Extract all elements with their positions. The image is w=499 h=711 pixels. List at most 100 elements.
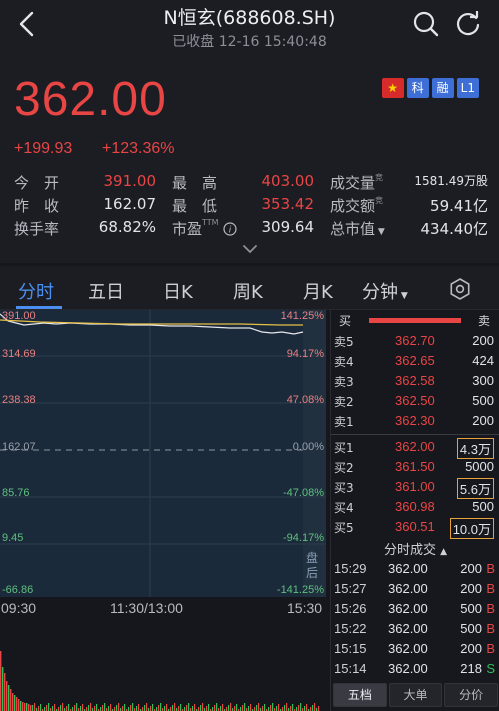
volume-bar	[24, 703, 26, 711]
trade-volume: 218	[460, 661, 482, 676]
trades-title[interactable]: 分时成交 ▲	[331, 539, 499, 558]
volume-bar	[226, 707, 228, 711]
ask-level: 卖2	[334, 395, 354, 409]
volume-bar	[66, 706, 68, 711]
trade-volume: 200	[460, 561, 482, 576]
ask-volume: 300	[472, 373, 494, 388]
volume-bar	[14, 695, 16, 711]
ask-price: 362.30	[395, 413, 435, 428]
volume-bar	[166, 704, 168, 711]
volume-bar	[30, 705, 32, 711]
price-axis-label: 238.38	[2, 394, 36, 406]
volume-bar	[296, 707, 298, 711]
volume-bar	[0, 651, 2, 711]
trade-volume: 200	[460, 641, 482, 656]
trade-time: 15:22	[334, 621, 367, 636]
volume-bar	[44, 707, 46, 711]
ask-level: 卖1	[334, 415, 354, 429]
badge-star-market[interactable]: 科	[406, 78, 429, 98]
volume-bar	[222, 704, 224, 711]
volume-bar	[136, 706, 138, 711]
pct-axis-label: 141.25%	[280, 310, 324, 322]
bid-row: 买5 360.51 10.0万	[331, 517, 499, 539]
volume-bar	[188, 703, 190, 711]
volume-bar	[28, 704, 30, 711]
trade-direction: B	[486, 581, 495, 596]
stat-label: 昨 收	[14, 197, 60, 215]
tab-minute[interactable]: 分钟 ▼	[362, 278, 408, 304]
sell-header: 卖	[477, 314, 490, 328]
stat-value: 434.40亿	[420, 220, 489, 238]
dropdown-caret-icon[interactable]: ▼	[375, 227, 385, 237]
volume-bar	[62, 703, 64, 711]
volume-bar	[234, 706, 236, 711]
time-label-close: 15:30	[287, 600, 323, 616]
tab-price-distribution[interactable]: 分价	[444, 683, 499, 707]
ask-volume: 200	[472, 333, 494, 348]
volume-bar	[268, 707, 270, 711]
volume-bar	[22, 702, 24, 711]
bid-row: 买4 360.98 500	[331, 497, 499, 517]
volume-bar	[110, 704, 112, 711]
settings-icon[interactable]	[448, 277, 472, 301]
trade-direction: B	[486, 601, 495, 616]
price-axis-label: 314.69	[2, 348, 36, 360]
tab-weekly-k[interactable]: 周K	[233, 278, 263, 304]
stat-label: 成交额竞	[330, 196, 384, 215]
volume-bar	[318, 706, 320, 711]
chevron-down-icon[interactable]	[241, 243, 259, 255]
search-icon[interactable]	[412, 10, 440, 38]
price-change-pct: +123.36%	[102, 140, 175, 157]
volume-bar	[88, 705, 90, 711]
trade-price: 362.00	[388, 581, 428, 596]
quote-panel: 362.00 +199.93 +123.36% ★ 科 融 L1 今 开 391.…	[0, 58, 499, 263]
badge-level1[interactable]: L1	[456, 78, 479, 98]
bid-level: 买2	[334, 461, 354, 475]
ask-level: 卖5	[334, 335, 354, 349]
price-line-svg	[0, 310, 326, 597]
bid-row: 买2 361.50 5000	[331, 457, 499, 477]
volume-bar	[48, 703, 50, 711]
book-divider	[331, 434, 499, 435]
tab-monthly-k[interactable]: 月K	[303, 278, 333, 304]
volume-bar	[2, 667, 4, 711]
volume-bar	[200, 705, 202, 711]
volume-bar	[114, 707, 116, 711]
chart-period-tabs: 分时 五日 日K 周K 月K 分钟 ▼	[0, 266, 499, 310]
volume-bar	[52, 706, 54, 711]
volume-bar	[312, 705, 314, 711]
tab-five-day[interactable]: 五日	[88, 278, 124, 304]
bid-level: 买1	[334, 441, 354, 455]
book-header: 买 卖	[331, 310, 499, 330]
badge-margin[interactable]: 融	[431, 78, 454, 98]
volume-bar	[248, 706, 250, 711]
ask-row: 卖4 362.65 424	[331, 351, 499, 371]
pct-axis-label: 94.17%	[286, 348, 324, 360]
active-tab-underline	[16, 306, 62, 309]
volume-bar	[186, 705, 188, 711]
volume-bar	[314, 703, 316, 711]
trade-direction: B	[486, 561, 495, 576]
volume-bar	[80, 706, 82, 711]
info-icon[interactable]: i	[219, 220, 238, 238]
trade-row: 15:14 362.00 218 S	[331, 659, 499, 679]
volume-bar	[72, 707, 74, 711]
bid-price: 361.50	[395, 459, 435, 474]
volume-bar	[18, 699, 20, 711]
tab-big-orders[interactable]: 大单	[388, 683, 443, 707]
intraday-chart[interactable]: 盘后 09:30 11:30/13:00 15:30 391.00 314.69 2…	[0, 310, 330, 711]
refresh-icon[interactable]	[454, 10, 482, 38]
tab-intraday[interactable]: 分时	[18, 278, 54, 304]
volume-bar	[202, 703, 204, 711]
tab-five-levels[interactable]: 五档	[333, 683, 387, 707]
tab-daily-k[interactable]: 日K	[163, 278, 193, 304]
volume-bar	[172, 705, 174, 711]
volume-bar	[244, 703, 246, 711]
volume-bar	[8, 685, 10, 711]
stat-value: 353.42	[261, 195, 315, 213]
volume-bar	[60, 705, 62, 711]
trade-volume: 200	[460, 581, 482, 596]
stats-row: 昨 收 162.07 最 低 353.42 成交额竞 59.41亿	[14, 195, 488, 218]
volume-bar	[228, 705, 230, 711]
dropdown-caret-icon[interactable]: ▼	[398, 291, 408, 301]
